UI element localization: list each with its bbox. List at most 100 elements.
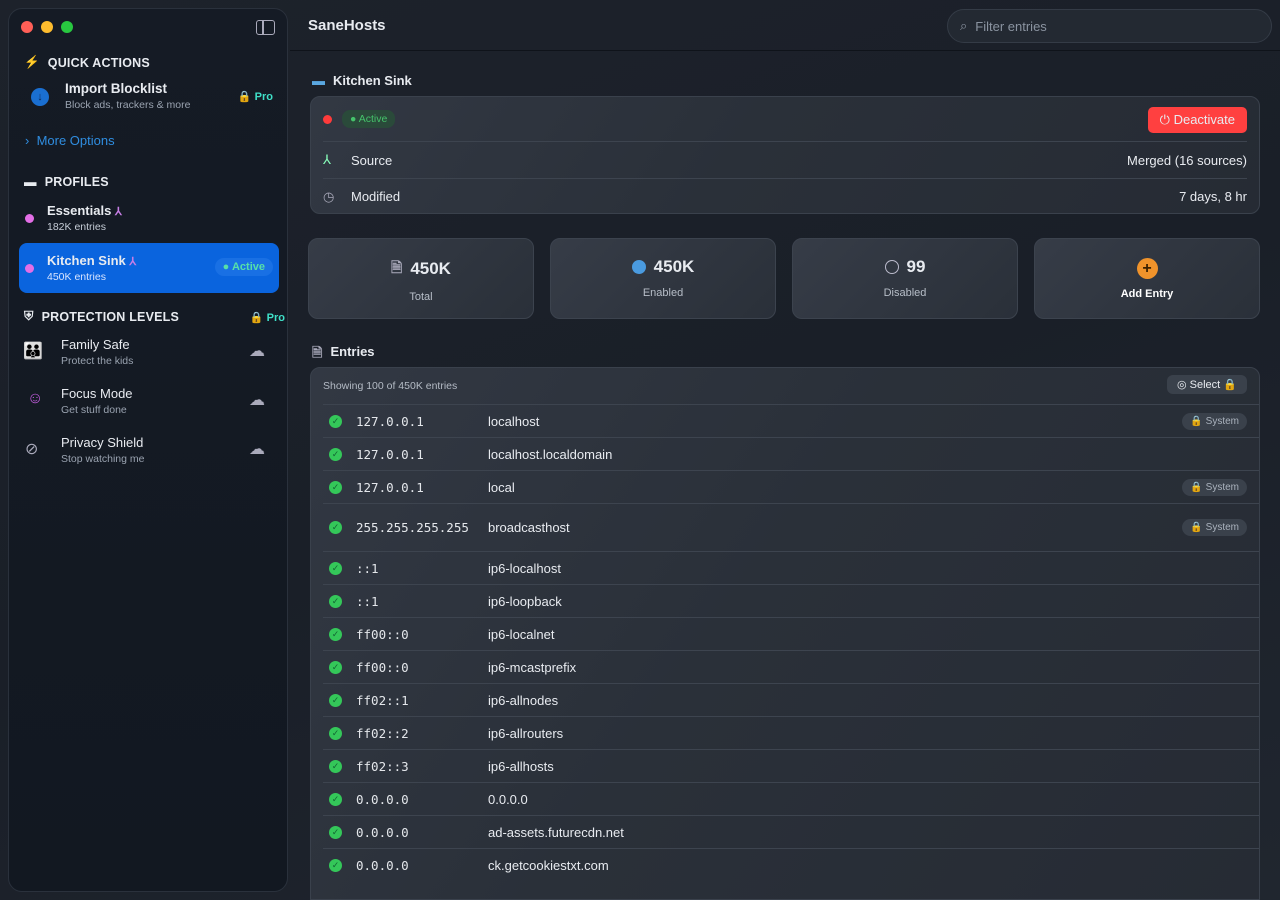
family-icon: 👪 (23, 341, 43, 361)
entry-row[interactable]: ✓0.0.0.0ck.getcookiestxt.com (323, 848, 1259, 881)
entry-hostname: localhost (488, 414, 539, 429)
main-content: SaneHosts ⌕Filter entries ▬Kitchen Sink … (290, 0, 1280, 900)
entry-row[interactable]: ✓ff02::1ip6-allnodes (323, 683, 1259, 716)
entry-ip: 127.0.0.1 (356, 447, 488, 462)
zoom-window-button[interactable] (61, 21, 73, 33)
filter-search-input[interactable]: ⌕ Filter entries (947, 9, 1272, 43)
shield-icon: ⛨ (24, 309, 34, 324)
entry-row[interactable]: ✓0.0.0.00.0.0.0 (323, 782, 1259, 815)
download-icon: ↓ (31, 88, 49, 106)
active-badge: ● Active (215, 258, 273, 276)
enabled-check-icon[interactable]: ✓ (329, 859, 342, 872)
search-placeholder: Filter entries (975, 19, 1047, 34)
profile-title: Kitchen Sink (333, 73, 412, 88)
bolt-icon: ⚡ (24, 55, 40, 70)
entry-row[interactable]: ✓255.255.255.255broadcasthost🔒 System (323, 503, 1259, 551)
clock-icon: ◷ (323, 189, 351, 205)
system-label: System (1206, 482, 1239, 493)
more-options-label: More Options (37, 133, 115, 148)
stat-disabled: 99Disabled (792, 238, 1018, 319)
deactivate-label: Deactivate (1174, 112, 1235, 127)
stat-value: 450K (410, 259, 451, 279)
folder-icon: ▬ (24, 175, 37, 189)
entry-hostname: ip6-allhosts (488, 759, 554, 774)
enabled-check-icon[interactable]: ✓ (329, 628, 342, 641)
modified-label: Modified (351, 189, 400, 204)
folder-icon: ▬ (312, 73, 325, 88)
enabled-check-icon[interactable]: ✓ (329, 481, 342, 494)
showing-count: Showing 100 of 450K entries (323, 380, 457, 392)
entry-hostname: ip6-localnet (488, 627, 555, 642)
entry-row[interactable]: ✓ ff02::2ip6-allrouters (323, 716, 1259, 749)
stat-enabled: 450KEnabled (550, 238, 776, 319)
pro-label: Pro (255, 91, 273, 103)
minimize-window-button[interactable] (41, 21, 53, 33)
enabled-check-icon[interactable]: ✓ (329, 826, 342, 839)
close-window-button[interactable] (21, 21, 33, 33)
window-controls (21, 21, 73, 33)
cloud-download-icon[interactable]: ☁ (249, 390, 265, 410)
stat-label: Disabled (793, 287, 1017, 299)
entry-row[interactable]: ✓ff00::0ip6-mcastprefix (323, 650, 1259, 683)
protection-item-privacy-shield[interactable]: ⊘ Privacy ShieldStop watching me ☁ (19, 433, 279, 473)
lock-icon: 🔒 (1223, 379, 1237, 391)
entry-ip: 0.0.0.0 (356, 792, 488, 807)
enabled-check-icon[interactable]: ✓ (329, 415, 342, 428)
entry-row[interactable]: ✓ff02::3ip6-allhosts (323, 749, 1259, 782)
sidebar-toggle-icon[interactable] (256, 20, 275, 35)
system-label: System (1206, 416, 1239, 427)
protection-item-focus-mode[interactable]: ☺ Focus ModeGet stuff done ☁ (19, 384, 279, 424)
deactivate-button[interactable]: ⏻ Deactivate (1148, 107, 1247, 133)
profile-entries: 450K entries (47, 271, 136, 283)
entry-row[interactable]: ✓127.0.0.1localhost🔒 System (323, 404, 1259, 437)
stat-value: 450K (654, 257, 695, 277)
entry-hostname: local (488, 480, 515, 495)
entry-row[interactable]: ✓127.0.0.1local🔒 System (323, 470, 1259, 503)
import-blocklist-item[interactable]: ↓ Import Blocklist Block ads, trackers &… (19, 81, 279, 117)
cloud-download-icon[interactable]: ☁ (249, 341, 265, 361)
entry-row[interactable]: ✓::1ip6-localhost (323, 551, 1259, 584)
entry-hostname: ip6-mcastprefix (488, 660, 576, 675)
entry-ip: 0.0.0.0 (356, 825, 488, 840)
enabled-check-icon[interactable]: ✓ (329, 793, 342, 806)
enabled-check-icon[interactable]: ✓ (329, 760, 342, 773)
select-label: Select (1190, 379, 1221, 391)
add-entry-label: Add Entry (1035, 288, 1259, 300)
protection-item-family-safe[interactable]: 👪 Family SafeProtect the kids ☁ (19, 335, 279, 375)
quick-actions-heading: ⚡QUICK ACTIONS (24, 55, 150, 70)
entry-row[interactable]: ✓ff00::0ip6-localnet (323, 617, 1259, 650)
profile-info-card: ● Active ⏻ Deactivate ⅄SourceMerged (16 … (310, 96, 1260, 214)
entry-hostname: ip6-allrouters (488, 726, 563, 741)
enabled-check-icon[interactable]: ✓ (329, 694, 342, 707)
enabled-check-icon[interactable]: ✓ (329, 595, 342, 608)
entry-ip: ff02::2 (356, 726, 488, 741)
entries-heading: 🗎 Entries (312, 344, 375, 366)
protection-name: Family Safe (61, 337, 133, 352)
entries-list: ✓127.0.0.1localhost🔒 System✓127.0.0.1loc… (311, 404, 1259, 881)
entry-row[interactable]: ✓::1ip6-loopback (323, 584, 1259, 617)
entry-ip: 127.0.0.1 (356, 480, 488, 495)
profile-item-essentials[interactable]: Essentials ⅄182K entries (19, 197, 279, 239)
enabled-check-icon[interactable]: ✓ (329, 562, 342, 575)
profile-item-kitchen-sink[interactable]: Kitchen Sink ⅄450K entries ● Active (19, 243, 279, 293)
entries-title: Entries (330, 344, 374, 366)
document-icon: 🗎 (312, 344, 322, 366)
search-icon: ⌕ (960, 18, 967, 34)
merge-icon: ⅄ (129, 256, 136, 268)
entry-hostname: ip6-allnodes (488, 693, 558, 708)
entry-row[interactable]: ✓127.0.0.1localhost.localdomain (323, 437, 1259, 470)
more-options-link[interactable]: › More Options (25, 133, 115, 148)
active-label: Active (232, 261, 265, 273)
enabled-check-icon[interactable]: ✓ (329, 448, 342, 461)
cloud-download-icon[interactable]: ☁ (249, 439, 265, 459)
check-badge-icon (632, 260, 646, 274)
protection-sub: Stop watching me (61, 453, 144, 465)
enabled-check-icon[interactable]: ✓ (329, 661, 342, 674)
entry-row[interactable]: ✓0.0.0.0ad-assets.futurecdn.net (323, 815, 1259, 848)
source-row: ⅄SourceMerged (16 sources) (323, 141, 1247, 178)
system-label: System (1206, 522, 1239, 533)
enabled-check-icon[interactable]: ✓ (329, 727, 342, 740)
enabled-check-icon[interactable]: ✓ (329, 521, 342, 534)
select-button[interactable]: ◎ Select 🔒 (1167, 375, 1247, 394)
add-entry-button[interactable]: +Add Entry (1034, 238, 1260, 319)
